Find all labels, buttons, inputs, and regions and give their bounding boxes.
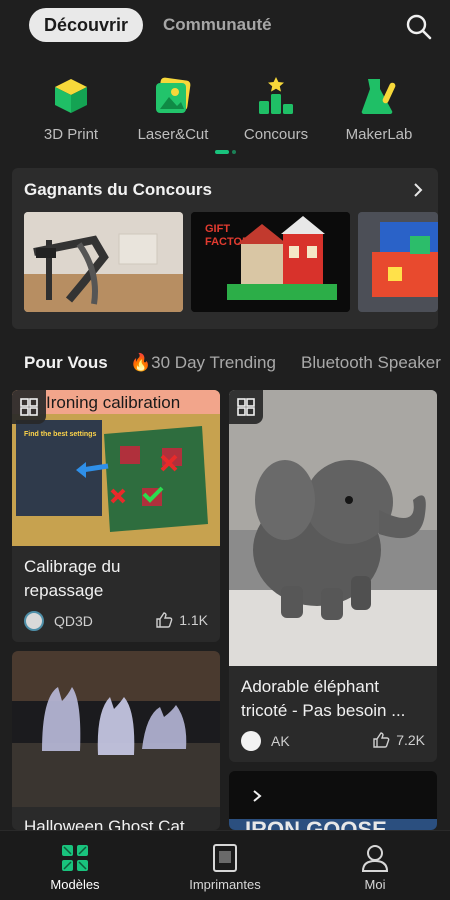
- model-title-line: Calibrage du: [24, 557, 121, 576]
- models-icon: [60, 843, 90, 873]
- model-badge: [12, 390, 46, 424]
- model-thumbnail-elephant: [229, 390, 437, 666]
- category-laser-cut[interactable]: Laser&Cut: [123, 76, 223, 143]
- thumbs-up-icon: [156, 612, 173, 628]
- nav-label: Moi: [364, 877, 386, 892]
- tab-decouvrir[interactable]: Découvrir: [29, 8, 143, 42]
- model-card[interactable]: Ironing calibration Find the best settin…: [12, 390, 220, 642]
- lab-icon: [359, 76, 399, 116]
- model-title-line: Adorable éléphant: [241, 677, 380, 696]
- search-button[interactable]: [403, 11, 435, 43]
- printer-badge-icon: [20, 398, 38, 416]
- model-title: Adorable éléphant tricoté - Pas besoin .…: [241, 675, 405, 723]
- nav-moi[interactable]: Moi: [315, 843, 435, 892]
- author-name: AK: [271, 733, 290, 749]
- category-label: Concours: [243, 126, 309, 143]
- thumbnail-subtext: Find the best settings: [24, 431, 96, 438]
- contest-thumbnail-2[interactable]: GIFT FACTORY: [191, 212, 350, 312]
- contest-title: Gagnants du Concours: [24, 180, 212, 199]
- contest-winners-section[interactable]: Gagnants du Concours GIFT FACTORY: [12, 168, 438, 329]
- model-title: Calibrage du repassage: [24, 555, 120, 603]
- chevron-right-icon[interactable]: [408, 180, 428, 200]
- model-thumbnail-ghost-cat: [12, 651, 220, 807]
- category-makerlab[interactable]: MakerLab: [329, 76, 429, 143]
- like-count: 7.2K: [396, 732, 425, 748]
- model-author[interactable]: QD3D: [24, 611, 93, 631]
- filter-pour-vous[interactable]: Pour Vous: [24, 353, 108, 373]
- tab-decouvrir-label: Découvrir: [43, 14, 129, 35]
- model-likes[interactable]: 7.2K: [372, 731, 425, 749]
- filter-30-day-trending[interactable]: 🔥30 Day Trending: [130, 353, 276, 373]
- printer-badge-icon: [237, 398, 255, 416]
- user-icon: [360, 843, 390, 873]
- model-title-line: Halloween Ghost Cat: [24, 817, 185, 830]
- contest-thumbnails: GIFT FACTORY: [24, 212, 438, 312]
- category-3d-print[interactable]: 3D Print: [21, 76, 121, 143]
- model-title-line: repassage: [24, 581, 104, 600]
- category-label: Laser&Cut: [137, 126, 209, 143]
- image-icon: [153, 76, 193, 116]
- model-title-line: tricoté - Pas besoin ...: [241, 701, 406, 720]
- tab-communaute[interactable]: Communauté: [163, 15, 272, 35]
- feed-filter-bar: Pour Vous 🔥30 Day Trending Bluetooth Spe…: [0, 350, 450, 378]
- pager-dot: [232, 150, 236, 154]
- thumbnail-title-text: Ironing calibration: [46, 393, 180, 412]
- pager-active-indicator: [215, 150, 229, 154]
- model-card[interactable]: Halloween Ghost Cat: [12, 651, 220, 830]
- like-count: 1.1K: [179, 612, 208, 628]
- podium-icon: [256, 76, 296, 116]
- filter-bluetooth-speaker[interactable]: Bluetooth Speaker: [301, 353, 441, 373]
- thumbs-up-icon: [373, 732, 390, 748]
- category-concours[interactable]: Concours: [226, 76, 326, 143]
- contest-thumbnail-3[interactable]: [358, 212, 438, 312]
- model-likes[interactable]: 1.1K: [155, 611, 208, 629]
- avatar: [24, 611, 44, 631]
- model-badge: [229, 390, 263, 424]
- nav-label: Imprimantes: [189, 877, 261, 892]
- category-row: 3D Print Laser&Cut Concours MakerLab: [0, 76, 450, 156]
- avatar: [241, 731, 261, 751]
- model-card[interactable]: Adorable éléphant tricoté - Pas besoin .…: [229, 390, 437, 762]
- printer-icon: [210, 843, 240, 873]
- thumbnail-title-text: IRON GOOSE: [245, 819, 387, 830]
- nav-modeles[interactable]: Modèles: [15, 843, 135, 892]
- category-label: 3D Print: [43, 126, 99, 143]
- contest-thumbnail-1[interactable]: [24, 212, 183, 312]
- model-thumbnail-banner: IRON GOOSE: [229, 819, 437, 830]
- model-card[interactable]: IRON GOOSE: [229, 771, 437, 830]
- nav-label: Modèles: [50, 877, 100, 892]
- search-icon: [406, 14, 432, 40]
- nav-imprimantes[interactable]: Imprimantes: [165, 843, 285, 892]
- bottom-navigation: Modèles Imprimantes Moi: [0, 830, 450, 900]
- author-name: QD3D: [54, 613, 93, 629]
- model-title: Halloween Ghost Cat: [24, 815, 185, 830]
- cube-icon: [51, 76, 91, 116]
- chevron-right-icon: [253, 790, 262, 802]
- gift-factory-line1: GIFT: [205, 223, 230, 235]
- top-bar: Découvrir Communauté: [0, 0, 450, 56]
- model-author[interactable]: AK: [241, 731, 290, 751]
- category-label: MakerLab: [345, 126, 413, 143]
